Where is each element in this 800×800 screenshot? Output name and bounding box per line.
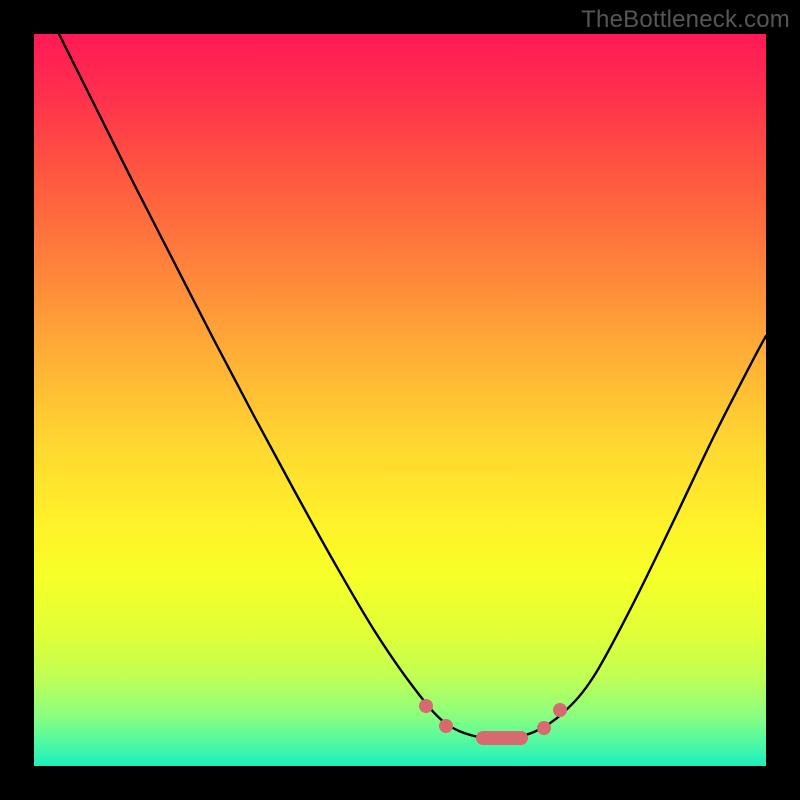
plot-area (34, 34, 766, 766)
highlight-dot (553, 703, 567, 717)
highlight-dot (476, 731, 528, 745)
outer-frame: TheBottleneck.com (0, 0, 800, 800)
marker-layer (34, 34, 766, 766)
highlight-dot (537, 721, 551, 735)
highlight-dot (439, 719, 453, 733)
watermark-text: TheBottleneck.com (581, 6, 790, 34)
highlight-dot (419, 699, 433, 713)
